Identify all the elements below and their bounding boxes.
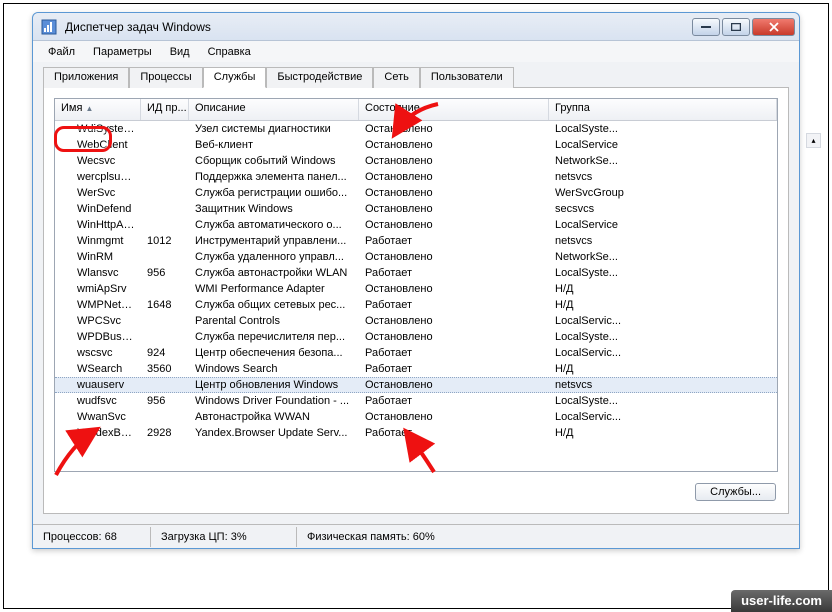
table-row[interactable]: WinRMСлужба удаленного управл...Остановл…: [55, 249, 777, 265]
table-row[interactable]: WdiSystem...Узел системы диагностикиОста…: [55, 121, 777, 137]
tab-users[interactable]: Пользователи: [420, 67, 514, 88]
listview-header: Имя ▲ ИД пр... Описание Состояние Группа: [55, 99, 777, 121]
table-row[interactable]: wmiApSrvWMI Performance AdapterОстановле…: [55, 281, 777, 297]
window-title: Диспетчер задач Windows: [61, 20, 692, 34]
tab-apps[interactable]: Приложения: [43, 67, 129, 88]
table-row[interactable]: WMPNetwo...1648Служба общих сетевых рес.…: [55, 297, 777, 313]
col-name[interactable]: Имя ▲: [55, 99, 141, 120]
table-row[interactable]: WPCSvcParental ControlsОстановленоLocalS…: [55, 313, 777, 329]
table-row[interactable]: wudfsvc956Windows Driver Foundation - ..…: [55, 393, 777, 409]
tab-services[interactable]: Службы: [203, 67, 267, 88]
col-group[interactable]: Группа: [549, 99, 777, 120]
table-row[interactable]: YandexBro...2928Yandex.Browser Update Se…: [55, 425, 777, 441]
tab-performance[interactable]: Быстродействие: [266, 67, 373, 88]
table-row[interactable]: wuauservЦентр обновления WindowsОстановл…: [55, 377, 777, 393]
menu-view[interactable]: Вид: [161, 44, 199, 60]
services-button[interactable]: Службы...: [695, 483, 776, 501]
menubar: Файл Параметры Вид Справка: [33, 41, 799, 62]
tab-network[interactable]: Сеть: [373, 67, 419, 88]
status-cpu: Загрузка ЦП: 3%: [151, 527, 297, 547]
menu-options[interactable]: Параметры: [84, 44, 161, 60]
maximize-button[interactable]: [722, 18, 750, 36]
close-button[interactable]: [752, 18, 795, 36]
taskmgr-icon: [41, 19, 57, 35]
menu-file[interactable]: Файл: [39, 44, 84, 60]
tab-processes[interactable]: Процессы: [129, 67, 202, 88]
table-row[interactable]: WebClientВеб-клиентОстановленоLocalServi…: [55, 137, 777, 153]
sort-asc-icon: ▲: [86, 104, 94, 113]
table-row[interactable]: WinDefendЗащитник WindowsОстановленоsecs…: [55, 201, 777, 217]
titlebar[interactable]: Диспетчер задач Windows: [33, 13, 799, 41]
table-row[interactable]: Winmgmt1012Инструментарий управлени...Ра…: [55, 233, 777, 249]
col-pid[interactable]: ИД пр...: [141, 99, 189, 120]
tabstrip: Приложения Процессы Службы Быстродействи…: [43, 66, 789, 88]
col-desc[interactable]: Описание: [189, 99, 359, 120]
status-mem: Физическая память: 60%: [297, 527, 799, 547]
table-row[interactable]: WecsvcСборщик событий WindowsОстановлено…: [55, 153, 777, 169]
table-row[interactable]: WwanSvcАвтонастройка WWANОстановленоLoca…: [55, 409, 777, 425]
services-listview[interactable]: Имя ▲ ИД пр... Описание Состояние Группа…: [54, 98, 778, 472]
minimize-button[interactable]: [692, 18, 720, 36]
table-row[interactable]: WinHttpAut...Служба автоматического о...…: [55, 217, 777, 233]
watermark: user-life.com: [731, 590, 832, 612]
status-processes: Процессов: 68: [33, 527, 151, 547]
table-row[interactable]: Wlansvc956Служба автонастройки WLANРабот…: [55, 265, 777, 281]
task-manager-window: Диспетчер задач Windows Файл Параметры В…: [32, 12, 800, 549]
table-row[interactable]: wercplsupportПоддержка элемента панел...…: [55, 169, 777, 185]
table-row[interactable]: wscsvc924Центр обеспечения безопа...Рабо…: [55, 345, 777, 361]
listview-body[interactable]: WdiSystem...Узел системы диагностикиОста…: [55, 121, 777, 471]
menu-help[interactable]: Справка: [199, 44, 260, 60]
table-row[interactable]: WSearch3560Windows SearchРаботаетН/Д: [55, 361, 777, 377]
table-row[interactable]: WerSvcСлужба регистрации ошибо...Останов…: [55, 185, 777, 201]
scroll-up-icon[interactable]: ▴: [806, 133, 821, 148]
table-row[interactable]: WPDBusEnumСлужба перечислителя пер...Ост…: [55, 329, 777, 345]
statusbar: Процессов: 68 Загрузка ЦП: 3% Физическая…: [33, 524, 799, 548]
col-state[interactable]: Состояние: [359, 99, 549, 120]
tab-panel-services: Имя ▲ ИД пр... Описание Состояние Группа…: [43, 88, 789, 514]
